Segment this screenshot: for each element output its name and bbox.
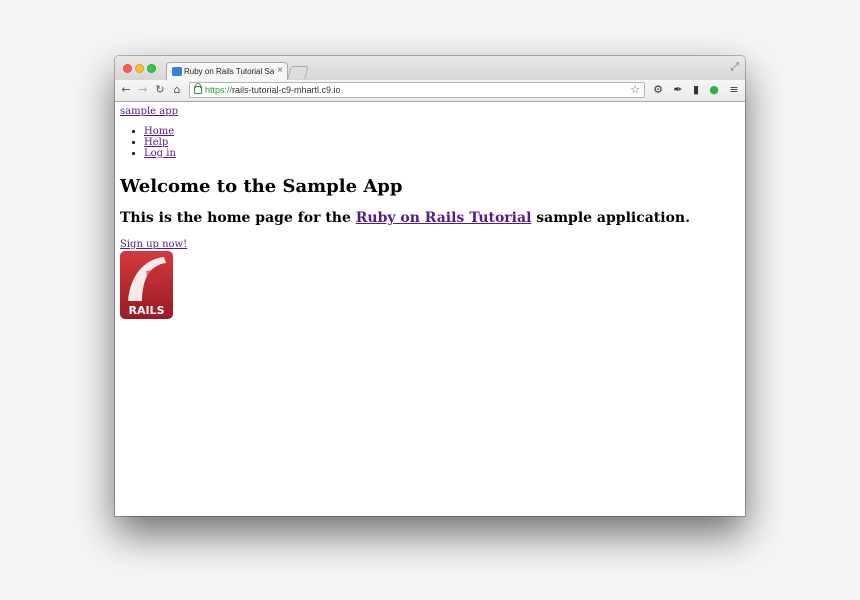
tab-title: Ruby on Rails Tutorial Sam <box>184 67 274 76</box>
maximize-window-button[interactable] <box>147 64 156 73</box>
title-bar: Ruby on Rails Tutorial Sam × ⤢ <box>115 56 745 80</box>
lock-icon <box>194 83 202 94</box>
rails-logo-icon: RAILS <box>120 251 173 319</box>
nav-link-help[interactable]: Help <box>144 137 168 148</box>
menu-icon[interactable]: ≡ <box>727 82 741 98</box>
cloud9-favicon-icon <box>172 67 182 76</box>
page-content: sample app Home Help Log in Welcome to t… <box>115 102 745 516</box>
tab-close-icon[interactable]: × <box>277 65 283 76</box>
minimize-window-button[interactable] <box>135 64 144 73</box>
site-nav: Home Help Log in <box>120 126 176 159</box>
home-icon[interactable]: ⌂ <box>170 82 184 98</box>
signup-link[interactable]: Sign up now! <box>120 239 187 250</box>
back-arrow-icon[interactable]: ← <box>119 82 133 98</box>
evernote-extension-icon[interactable]: ● <box>707 82 721 98</box>
nav-link-home[interactable]: Home <box>144 126 174 137</box>
phone-extension-icon[interactable]: ▮ <box>689 82 703 98</box>
forward-arrow-icon[interactable]: → <box>136 82 150 98</box>
subheading-text-after: sample application. <box>531 210 690 226</box>
nav-item-help: Help <box>144 137 176 148</box>
gear-icon[interactable]: ⚙ <box>651 82 665 98</box>
nav-item-home: Home <box>144 126 176 137</box>
rails-logo-link[interactable]: RAILS <box>120 251 173 319</box>
subheading-text-before: This is the home page for the <box>120 210 356 226</box>
bookmark-star-icon[interactable]: ☆ <box>630 83 640 96</box>
close-window-button[interactable] <box>123 64 132 73</box>
rails-logo-text: RAILS <box>128 304 164 317</box>
rails-tutorial-link[interactable]: Ruby on Rails Tutorial <box>356 210 532 226</box>
eyedropper-extension-icon[interactable]: ✒ <box>671 82 685 98</box>
logo-link[interactable]: sample app <box>120 106 178 117</box>
browser-window: Ruby on Rails Tutorial Sam × ⤢ ← → ↻ ⌂ h… <box>115 56 745 516</box>
url-text: https://rails-tutorial-c9-mhartl.c9.io <box>205 85 341 95</box>
reload-icon[interactable]: ↻ <box>153 82 167 98</box>
address-bar[interactable]: https://rails-tutorial-c9-mhartl.c9.io ☆ <box>189 82 645 98</box>
browser-tab[interactable]: Ruby on Rails Tutorial Sam × <box>166 62 288 80</box>
new-tab-button[interactable] <box>287 66 309 79</box>
nav-link-login[interactable]: Log in <box>144 148 176 159</box>
browser-toolbar: ← → ↻ ⌂ https://rails-tutorial-c9-mhartl… <box>115 80 745 102</box>
nav-item-login: Log in <box>144 148 176 159</box>
fullscreen-icon[interactable]: ⤢ <box>730 60 739 74</box>
page-subheading: This is the home page for the Ruby on Ra… <box>120 210 690 226</box>
page-heading: Welcome to the Sample App <box>120 176 403 197</box>
